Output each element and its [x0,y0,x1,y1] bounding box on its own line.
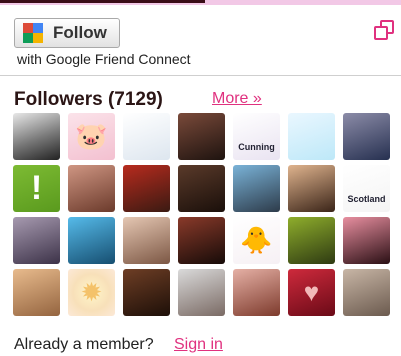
google-friend-connect-icon [23,23,43,43]
avatar-picture-icon: ♥ [303,277,320,307]
sign-in-link[interactable]: Sign in [174,336,223,354]
follower-avatar[interactable] [178,269,225,316]
follower-avatar[interactable] [123,113,170,160]
follower-avatar[interactable] [178,113,225,160]
top-border-accent [0,0,205,3]
follower-avatar[interactable]: 🐷 [68,113,115,160]
follower-avatar[interactable] [288,113,335,160]
follower-avatar[interactable]: ✹ [68,269,115,316]
follow-button-label: Follow [53,23,107,42]
avatar-picture-icon: 🐥 [240,225,273,255]
follower-avatar[interactable] [123,269,170,316]
avatar-caption: Cunning [238,142,275,152]
follower-avatar[interactable] [343,269,390,316]
follower-avatar[interactable]: ! [13,165,60,212]
avatar-caption: Scotland [347,194,386,204]
followers-grid: 🐷 Cunning! Scotland 🐥 ✹ ♥ [13,113,390,321]
follower-avatar[interactable]: Cunning [233,113,280,160]
follower-avatar[interactable] [123,165,170,212]
avatar-picture-icon: ! [30,169,43,207]
more-followers-link[interactable]: More » [212,90,262,108]
follower-avatar[interactable] [13,269,60,316]
avatar-picture-icon: ✹ [80,277,103,307]
avatar-picture-icon: 🐷 [75,121,108,151]
follower-avatar[interactable] [233,165,280,212]
top-border [0,0,401,5]
follower-avatar[interactable]: Scotland [343,165,390,212]
follower-avatar[interactable] [288,217,335,264]
popout-window-icon[interactable] [374,20,394,40]
follower-avatar[interactable] [288,165,335,212]
member-prompt: Already a member? [14,336,154,353]
follower-avatar[interactable] [233,269,280,316]
follower-avatar[interactable] [68,217,115,264]
follower-avatar[interactable] [178,217,225,264]
follow-button[interactable]: Follow [14,18,120,48]
follower-avatar[interactable]: ♥ [288,269,335,316]
connect-caption: with Google Friend Connect [17,51,191,67]
follower-avatar[interactable] [343,113,390,160]
follower-avatar[interactable] [343,217,390,264]
follower-avatar[interactable] [13,217,60,264]
follower-avatar[interactable] [68,165,115,212]
follower-avatar[interactable] [123,217,170,264]
divider [0,75,401,76]
follower-avatar[interactable]: 🐥 [233,217,280,264]
follower-avatar[interactable] [178,165,225,212]
followers-title: Followers (7129) [14,89,163,110]
follower-avatar[interactable] [13,113,60,160]
